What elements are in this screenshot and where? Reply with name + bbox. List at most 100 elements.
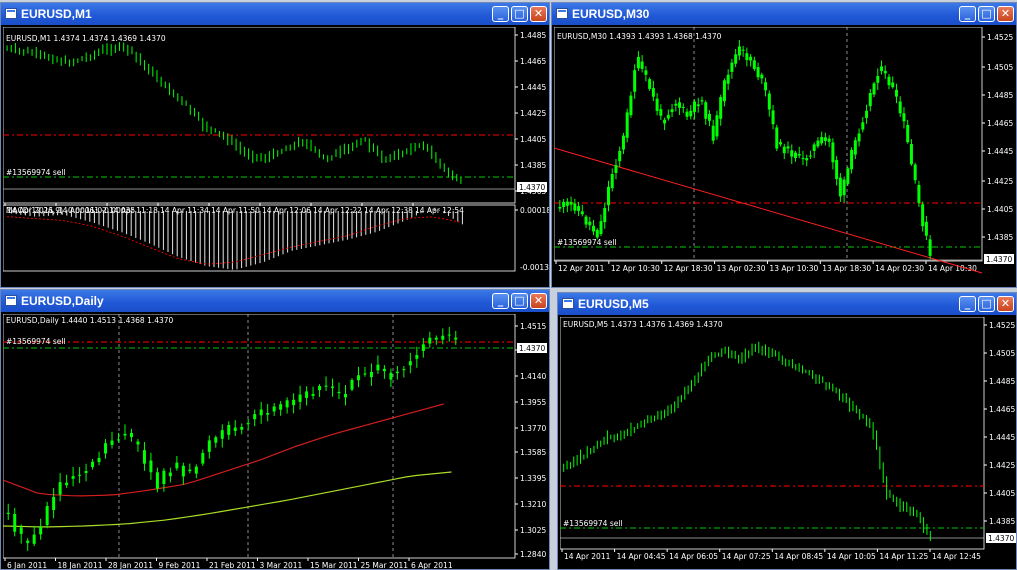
chart-area-m5[interactable]: 1.4525 1.4505 1.4485 1.4465 1.4445 1.4425 1.44… bbox=[560, 317, 1016, 569]
price-candle-body bbox=[850, 149, 854, 170]
price-candle-body bbox=[816, 140, 820, 147]
price-axis-label: 1.4385 bbox=[989, 517, 1015, 526]
price-candle-body bbox=[876, 75, 880, 83]
price-candle-body bbox=[827, 138, 831, 142]
time-axis-label: 12 Apr 2011 bbox=[558, 264, 605, 273]
title-bar-m30[interactable]: EURUSD,M30 _ □ ✕ bbox=[552, 3, 1016, 25]
price-candle-body bbox=[65, 482, 69, 486]
price-candle-body bbox=[891, 82, 895, 88]
title-bar-m5[interactable]: EURUSD,M5 _ □ ✕ bbox=[558, 293, 1016, 315]
price-candle-body bbox=[298, 394, 302, 402]
price-axis-label: 1.4425 bbox=[989, 461, 1015, 470]
candle-group bbox=[6, 42, 462, 184]
price-candle-body bbox=[666, 114, 670, 119]
chart-area-m30[interactable]: 1.4525 1.4505 1.4485 1.4465 1.4445 1.4425 1.44… bbox=[554, 27, 1016, 287]
chart-area-m1[interactable]: 1.4485 1.4465 1.4445 1.4425 1.4405 1.4385 1.43… bbox=[3, 27, 549, 287]
window-eurusd-daily[interactable]: EURUSD,Daily _ □ ✕ 1.45151.43251.41401.3… bbox=[0, 289, 550, 570]
price-candle-body bbox=[633, 70, 637, 92]
maximize-button[interactable]: □ bbox=[978, 296, 995, 312]
close-button[interactable]: ✕ bbox=[997, 6, 1014, 22]
price-candle-body bbox=[846, 168, 850, 184]
time-axis-label: 14 Apr 06:05 bbox=[669, 552, 718, 561]
price-candle-body bbox=[207, 440, 211, 452]
price-candle-body bbox=[752, 60, 756, 70]
price-candle-body bbox=[756, 67, 760, 78]
price-candle-body bbox=[610, 173, 614, 189]
price-candle-body bbox=[790, 150, 794, 157]
price-candle-body bbox=[861, 122, 865, 130]
time-axis-label: 15 Mar 2011 bbox=[310, 561, 358, 569]
price-candle-body bbox=[801, 157, 805, 159]
chart-info-text: EURUSD,Daily 1.4440 1.4513 1.4368 1.4370 bbox=[6, 316, 174, 325]
price-candle-body bbox=[129, 432, 133, 438]
chart-window-icon bbox=[556, 8, 568, 19]
price-candle-body bbox=[689, 110, 693, 117]
price-candle-body bbox=[670, 109, 674, 113]
price-candle-body bbox=[618, 150, 622, 162]
title-bar-daily[interactable]: EURUSD,Daily _ □ ✕ bbox=[1, 290, 549, 312]
price-axis-label: 1.4465 bbox=[989, 405, 1015, 414]
price-candle-body bbox=[104, 443, 108, 454]
price-candle-body bbox=[734, 54, 738, 64]
price-candle-body bbox=[272, 406, 276, 412]
price-axis-label: 1.4445 bbox=[520, 83, 546, 92]
price-candle-body bbox=[659, 109, 663, 116]
price-candle-body bbox=[831, 142, 835, 163]
price-candle-body bbox=[887, 76, 891, 86]
price-candle-body bbox=[13, 514, 17, 532]
minimize-button[interactable]: _ bbox=[959, 296, 976, 312]
window-eurusd-m5[interactable]: EURUSD,M5 _ □ ✕ 1.4525 1.4505 1.4485 1.4465… bbox=[557, 292, 1017, 570]
order-label: #13569974 sell bbox=[557, 238, 617, 247]
close-button[interactable]: ✕ bbox=[997, 296, 1014, 312]
price-candle-body bbox=[142, 450, 146, 464]
maximize-button[interactable]: □ bbox=[978, 6, 995, 22]
maximize-button[interactable]: □ bbox=[511, 6, 528, 22]
price-candle-body bbox=[376, 364, 380, 371]
price-candle-body bbox=[259, 409, 263, 416]
title-bar-m1[interactable]: EURUSD,M1 _ □ ✕ bbox=[1, 3, 549, 25]
minimize-button[interactable]: _ bbox=[492, 293, 509, 309]
price-candle-body bbox=[715, 115, 719, 137]
price-candle-body bbox=[898, 101, 902, 114]
time-axis-label: 28 Jan 2011 bbox=[108, 561, 153, 569]
price-candle-body bbox=[45, 506, 49, 526]
price-candle-body bbox=[786, 146, 790, 149]
price-candle-body bbox=[838, 177, 842, 197]
price-candle-body bbox=[292, 399, 296, 406]
window-eurusd-m1[interactable]: EURUSD,M1 _ □ ✕ 1.4485 1.4465 1.4445 1.4425… bbox=[0, 2, 550, 288]
price-candle-body bbox=[812, 144, 816, 151]
price-candle-body bbox=[91, 461, 95, 468]
price-candle-body bbox=[39, 526, 43, 535]
price-axis-label: 1.3025 bbox=[520, 526, 546, 535]
price-candle-body bbox=[447, 334, 451, 336]
window-title-m30: EURUSD,M30 bbox=[572, 7, 650, 21]
time-axis-label: 14 Apr 02:30 bbox=[875, 264, 924, 273]
price-candle-body bbox=[279, 404, 283, 410]
price-candle-body bbox=[842, 179, 846, 196]
close-button[interactable]: ✕ bbox=[530, 293, 547, 309]
chart-window-icon bbox=[5, 295, 17, 306]
minimize-button[interactable]: _ bbox=[492, 6, 509, 22]
price-candle-body bbox=[97, 457, 101, 463]
chart-area-daily[interactable]: 1.45151.43251.41401.39551.37701.35851.33… bbox=[3, 314, 549, 569]
price-candle-body bbox=[640, 61, 644, 69]
minimize-button[interactable]: _ bbox=[959, 6, 976, 22]
price-candle-body bbox=[853, 140, 857, 155]
price-axis-label: 1.4405 bbox=[987, 205, 1013, 214]
price-candle-body bbox=[588, 221, 592, 226]
price-candle-body bbox=[389, 372, 393, 380]
price-candle-body bbox=[883, 70, 887, 74]
time-axis-label: 18 Jan 2011 bbox=[58, 561, 103, 569]
price-candle-body bbox=[621, 135, 625, 150]
price-candle-body bbox=[782, 146, 786, 154]
price-candle-body bbox=[369, 371, 373, 378]
price-candle-body bbox=[318, 386, 322, 391]
price-axis-label: 1.4505 bbox=[989, 349, 1015, 358]
price-candle-body bbox=[441, 335, 445, 340]
price-candle-body bbox=[592, 225, 596, 232]
close-button[interactable]: ✕ bbox=[530, 6, 547, 22]
window-eurusd-m30[interactable]: EURUSD,M30 _ □ ✕ 1.4525 1.4505 1.4485 1.446… bbox=[551, 2, 1017, 288]
time-axis-label: 14 Apr 10:30 bbox=[928, 264, 977, 273]
maximize-button[interactable]: □ bbox=[511, 293, 528, 309]
trend-line bbox=[554, 147, 983, 274]
